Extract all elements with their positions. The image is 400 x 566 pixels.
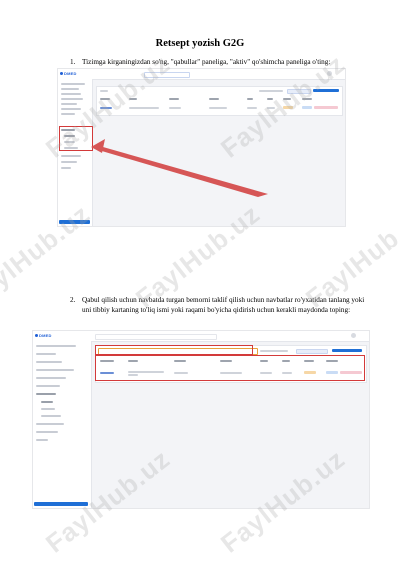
arrow-shaft (95, 145, 268, 197)
top-bar (91, 331, 369, 342)
sidebar-item-qabullar[interactable] (36, 393, 56, 395)
sidebar-item[interactable] (36, 439, 48, 441)
logo-icon (35, 334, 38, 338)
document-title: Retsept yozish G2G (155, 38, 245, 49)
sidebar-item[interactable] (36, 361, 62, 363)
profile[interactable] (351, 333, 365, 338)
step-1-number: 1. (70, 58, 76, 66)
screenshot-1: DMED (57, 68, 346, 227)
step-2-number: 2. (70, 296, 76, 304)
sidebar-item[interactable] (36, 377, 66, 379)
sidebar-item[interactable] (36, 353, 56, 355)
sidebar-item[interactable] (36, 385, 60, 387)
screenshot-2: DMED (32, 330, 370, 509)
sidebar-item[interactable] (36, 423, 64, 425)
highlight-box-queue (95, 355, 365, 381)
primary-button[interactable] (332, 349, 362, 352)
document-page: Retsept yozish G2G 1. Tizimga kirganingi… (0, 0, 400, 566)
queue-counter (260, 350, 288, 352)
global-search-input[interactable] (95, 334, 217, 340)
sidebar: DMED (33, 331, 92, 508)
arrow-annotation (91, 139, 268, 197)
secondary-button[interactable] (296, 349, 328, 354)
sidebar-subitem[interactable] (41, 415, 61, 417)
app-logo: DMED (35, 333, 52, 338)
step-2-text: Qabul qilish uchun navbatda turgan bemor… (82, 296, 365, 314)
step-1-text: Tizimga kirganingizdan so'ng, "qabullar"… (82, 58, 331, 66)
sidebar-item[interactable] (36, 431, 58, 433)
sidebar-item[interactable] (36, 345, 76, 347)
sidebar-action-button[interactable] (34, 502, 88, 506)
sidebar-subitem[interactable] (41, 408, 55, 410)
avatar (351, 333, 356, 338)
sidebar-subitem-aktiv[interactable] (41, 401, 53, 403)
sidebar-item[interactable] (36, 369, 74, 371)
highlight-box-search (95, 345, 253, 355)
